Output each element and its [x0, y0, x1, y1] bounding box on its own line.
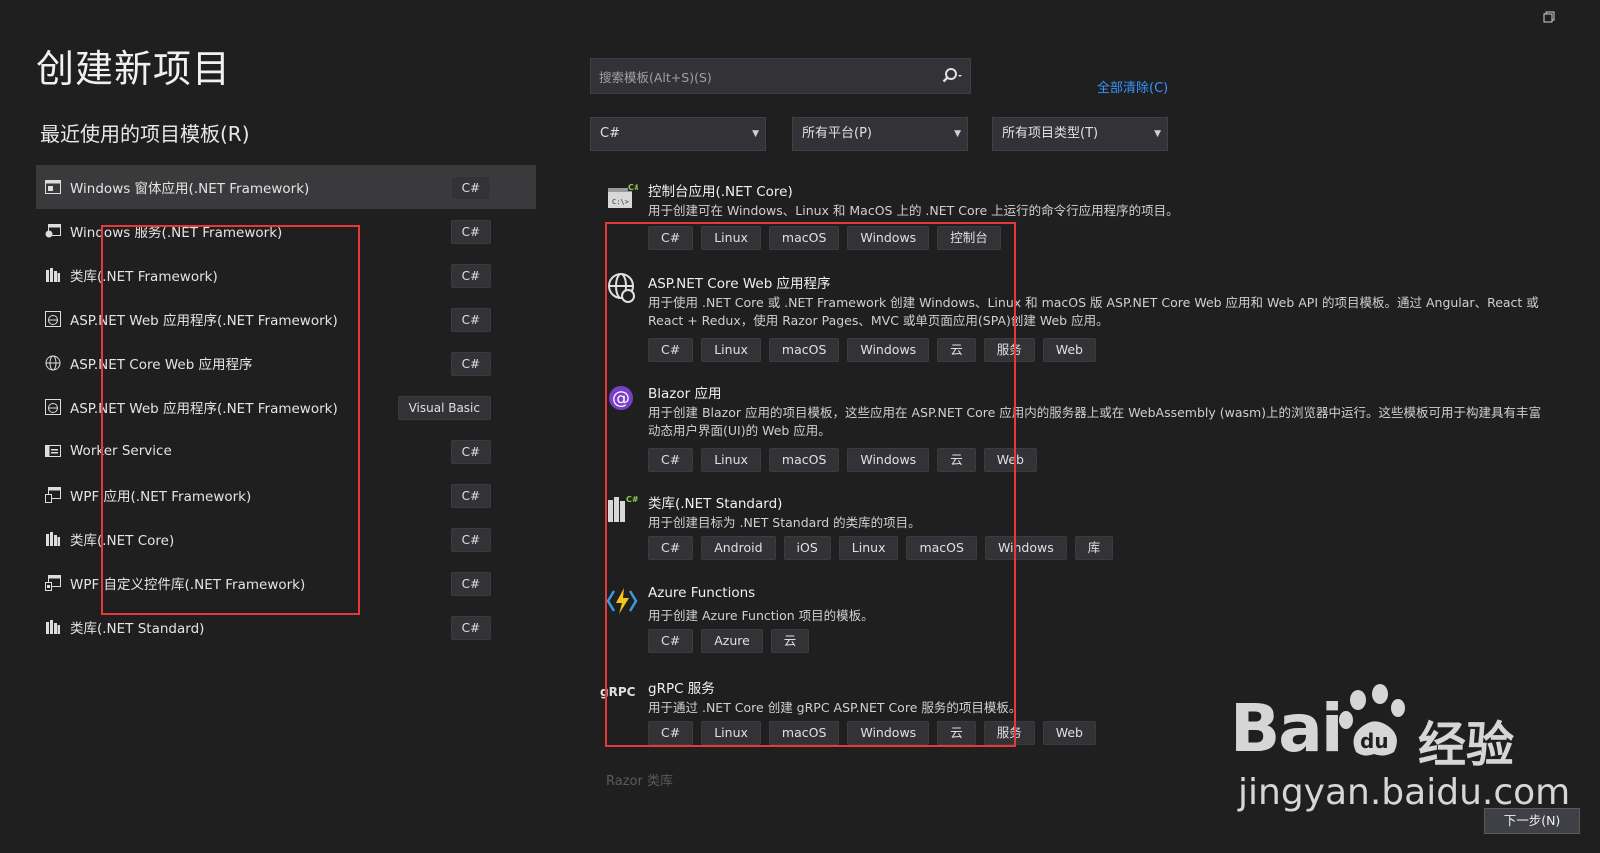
language-badge: C#	[450, 176, 491, 200]
watermark-url: jingyan.baidu.com	[1238, 772, 1571, 813]
platform-filter-dropdown[interactable]: 所有平台(P) ▼	[792, 117, 968, 151]
windows-service-icon	[44, 223, 62, 239]
tag: Web	[1042, 338, 1096, 362]
template-description: 用于创建可在 Windows、Linux 和 MacOS 上的 .NET Cor…	[648, 203, 1179, 218]
search-box[interactable]	[590, 58, 971, 94]
class-library-icon	[44, 267, 62, 283]
paw-icon: du	[1339, 684, 1405, 756]
language-filter-dropdown[interactable]: C# ▼	[590, 117, 766, 151]
console-app-icon: C:\> C#	[606, 180, 641, 214]
chevron-down-icon: ▼	[1154, 129, 1161, 139]
class-library-icon	[44, 619, 62, 635]
language-badge: C#	[450, 616, 491, 640]
windows-forms-icon	[44, 179, 62, 195]
globe-icon	[44, 355, 62, 371]
language-badge: C#	[450, 264, 491, 288]
recent-item-label: Windows 窗体应用(.NET Framework)	[70, 181, 310, 197]
restore-icon	[1543, 11, 1555, 23]
chevron-down-icon: ▼	[954, 129, 961, 139]
tag: Web	[1042, 721, 1096, 745]
language-badge: C#	[450, 220, 491, 244]
language-badge: C#	[450, 440, 491, 464]
platform-filter-value: 所有平台(P)	[802, 126, 872, 141]
language-badge: C#	[450, 528, 491, 552]
search-input[interactable]	[597, 66, 931, 88]
language-filter-value: C#	[600, 126, 620, 141]
recent-item-windows-forms[interactable]: Windows 窗体应用(.NET Framework) C#	[36, 165, 536, 209]
page-title: 创建新项目	[36, 47, 232, 91]
next-button[interactable]: 下一步(N)	[1484, 808, 1580, 834]
language-badge: Visual Basic	[397, 396, 491, 420]
svg-text:C#: C#	[628, 183, 638, 192]
language-badge: C#	[450, 308, 491, 332]
template-name: 控制台应用(.NET Core)	[648, 184, 793, 200]
clear-all-link[interactable]: 全部清除(C)	[1097, 77, 1168, 96]
restore-window-button[interactable]	[1540, 10, 1558, 28]
highlight-box-recent	[101, 225, 360, 615]
wpf-app-icon	[44, 487, 62, 503]
recent-item-label: 类库(.NET Standard)	[70, 621, 205, 637]
aspnet-web-icon	[44, 399, 62, 415]
svg-text:C:\>: C:\>	[612, 198, 629, 206]
highlight-box-templates	[605, 222, 1016, 747]
worker-service-icon	[44, 443, 62, 459]
search-icon[interactable]	[942, 67, 962, 85]
baidu-watermark-logo: Bai	[1230, 690, 1343, 767]
tag: 库	[1074, 536, 1114, 560]
language-badge: C#	[450, 572, 491, 596]
language-badge: C#	[450, 484, 491, 508]
svg-text:du: du	[1360, 729, 1389, 753]
wpf-control-library-icon	[44, 575, 62, 591]
language-badge: C#	[450, 352, 491, 376]
aspnet-web-icon	[44, 311, 62, 327]
template-razor-class-library[interactable]: Razor 类库	[606, 770, 673, 789]
class-library-icon	[44, 531, 62, 547]
recent-templates-heading: 最近使用的项目模板(R)	[40, 122, 250, 146]
project-type-filter-dropdown[interactable]: 所有项目类型(T) ▼	[992, 117, 1168, 151]
project-type-filter-value: 所有项目类型(T)	[1002, 126, 1099, 141]
chevron-down-icon: ▼	[752, 129, 759, 139]
watermark-jingyan-text: 经验	[1418, 717, 1515, 773]
